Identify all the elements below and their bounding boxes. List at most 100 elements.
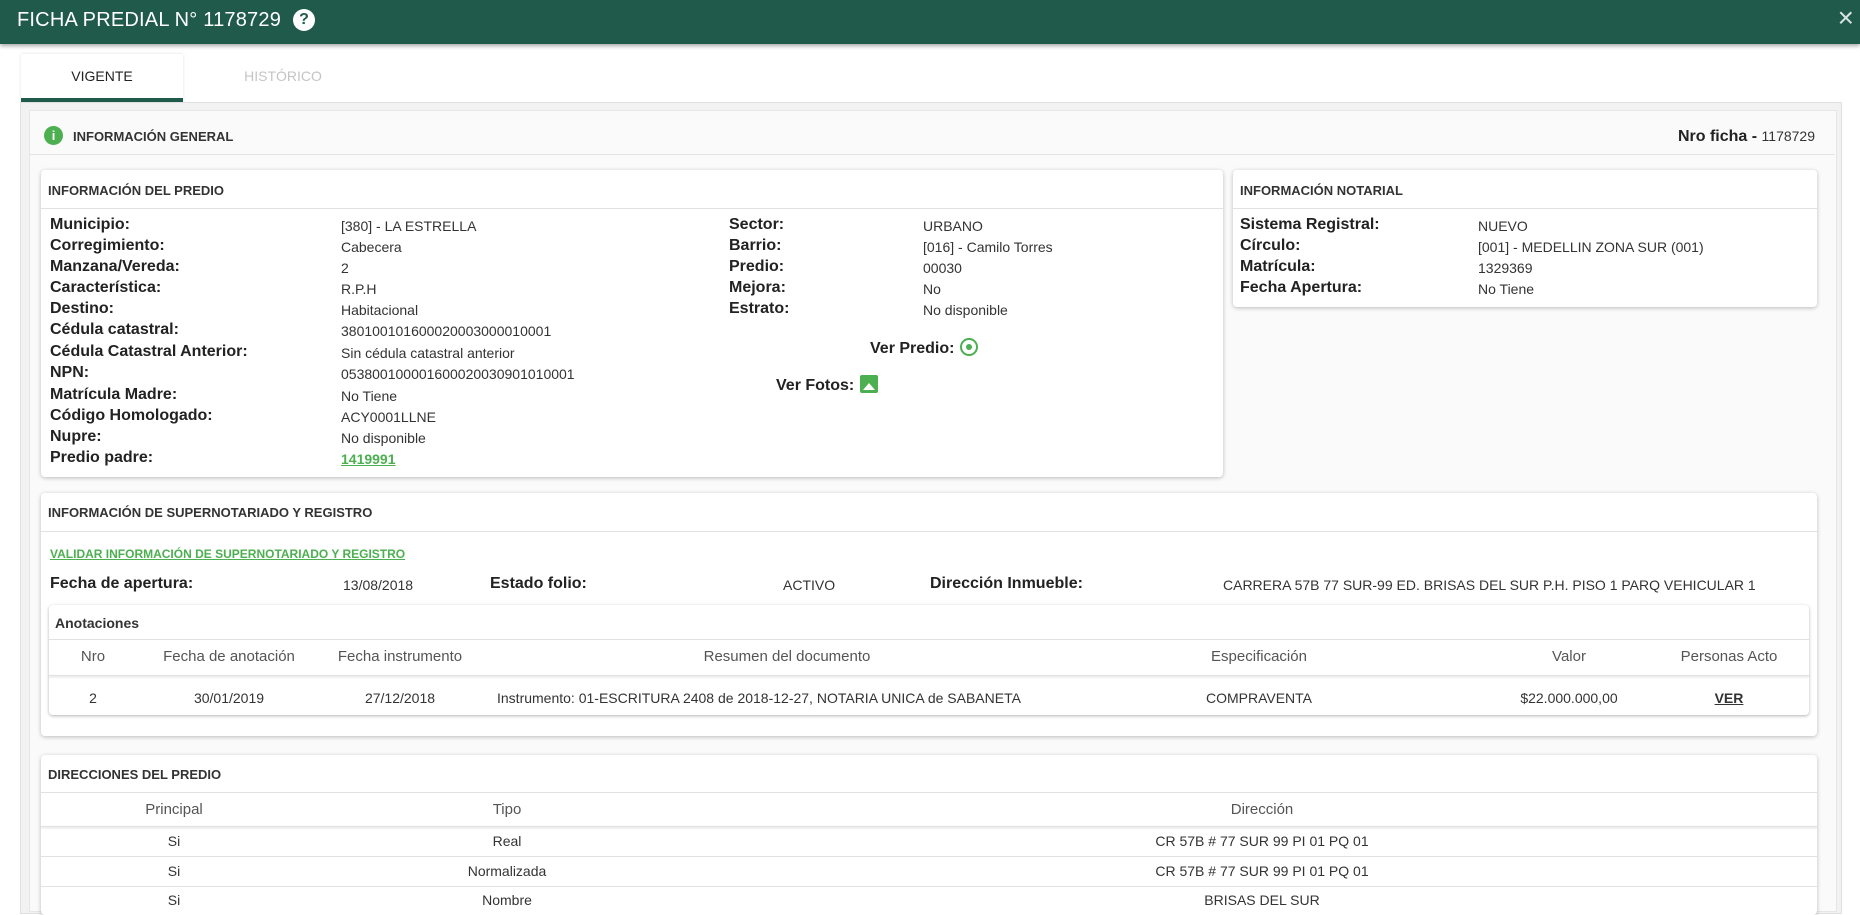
municipio-label: Municipio: — [50, 216, 130, 233]
cedula-anterior-value: Sin cédula catastral anterior — [341, 345, 515, 361]
direcciones-card: DIRECCIONES DEL PREDIO Principal Tipo Di… — [41, 755, 1817, 915]
col-nro: Nro — [80, 648, 106, 665]
tab-historico[interactable]: HISTÓRICO — [202, 54, 364, 100]
cell-fecha-anotacion: 30/01/2019 — [193, 690, 265, 706]
header-divider — [49, 675, 1809, 676]
anotaciones-title: Anotaciones — [55, 615, 140, 631]
cedula-label: Cédula catastral: — [50, 321, 179, 338]
predio-padre-label: Predio padre: — [50, 449, 154, 466]
estrato-value: No disponible — [923, 302, 1008, 318]
barrio-label: Barrio: — [729, 237, 782, 254]
fecha-apertura-folio-label: Fecha de apertura: — [50, 575, 194, 592]
manzana-label: Manzana/Vereda: — [50, 258, 180, 275]
cell-valor: $22.000.000,00 — [1520, 690, 1618, 706]
matricula-madre-label: Matrícula Madre: — [50, 386, 178, 403]
ver-fotos-label: Ver Fotos: — [776, 377, 855, 394]
matricula-label: Matrícula: — [1240, 258, 1316, 275]
cell-especificacion: COMPRAVENTA — [1205, 690, 1313, 706]
ver-personas-link[interactable]: VER — [1649, 690, 1809, 706]
sistema-registral-value: NUEVO — [1478, 218, 1528, 234]
predio-value: 00030 — [923, 260, 962, 276]
fecha-apertura-label: Fecha Apertura: — [1240, 279, 1363, 296]
divider — [1233, 208, 1817, 209]
fecha-apertura-folio-value: 13/08/2018 — [343, 577, 414, 593]
col-fecha-instrumento: Fecha instrumento — [337, 648, 463, 665]
mejora-value: No — [923, 281, 941, 297]
cell-resumen: Instrumento: 01-ESCRITURA 2408 de 2018-1… — [497, 690, 1021, 706]
estado-folio-value: ACTIVO — [783, 577, 836, 593]
barrio-value: [016] - Camilo Torres — [923, 239, 1053, 255]
codigo-homologado-label: Código Homologado: — [50, 407, 213, 424]
nro-ficha: Nro ficha - 1178729 — [1678, 128, 1815, 146]
tab-vigente[interactable]: VIGENTE — [21, 54, 183, 102]
photos-image-icon[interactable] — [860, 375, 878, 393]
anotaciones-card: Anotaciones Nro Fecha de anotación Fecha… — [49, 605, 1809, 715]
nupre-label: Nupre: — [50, 428, 102, 445]
codigo-homologado-value: ACY0001LLNE — [341, 409, 436, 425]
help-icon[interactable]: ? — [293, 9, 315, 31]
direcciones-title: DIRECCIONES DEL PREDIO — [48, 767, 222, 782]
caracteristica-value: R.P.H — [341, 281, 377, 297]
divider — [49, 639, 1809, 640]
caracteristica-label: Característica: — [50, 279, 162, 296]
nro-ficha-value: 1178729 — [1761, 128, 1815, 144]
info-icon: i — [44, 126, 63, 145]
cell-fecha-instrumento: 27/12/2018 — [364, 690, 436, 706]
notarial-title: INFORMACIÓN NOTARIAL — [1240, 183, 1403, 198]
predio-label: Predio: — [729, 258, 785, 275]
estado-folio-label: Estado folio: — [490, 575, 587, 592]
close-icon[interactable]: × — [1838, 3, 1854, 33]
cell-tipo: Normalizada — [467, 863, 547, 879]
divider — [41, 531, 1817, 532]
ver-predio-label: Ver Predio: — [870, 340, 955, 357]
col-principal: Principal — [145, 801, 203, 818]
destino-label: Destino: — [50, 300, 114, 317]
col-valor: Valor — [1552, 648, 1586, 665]
supernotariado-title: INFORMACIÓN DE SUPERNOTARIADO Y REGISTRO — [48, 505, 373, 520]
cell-direccion: CR 57B # 77 SUR 99 PI 01 PQ 01 — [1155, 833, 1369, 849]
estrato-label: Estrato: — [729, 300, 790, 317]
cell-tipo: Nombre — [482, 892, 532, 908]
predio-padre-link[interactable]: 1419991 — [341, 451, 396, 467]
divider — [41, 208, 1223, 209]
matricula-madre-value: No Tiene — [341, 388, 398, 404]
manzana-value: 2 — [341, 260, 349, 276]
title-bar: FICHA PREDIAL N° 1178729 ? × — [0, 0, 1860, 44]
cell-direccion: BRISAS DEL SUR — [1204, 892, 1320, 908]
col-tipo: Tipo — [492, 801, 522, 818]
col-especificacion: Especificación — [1211, 648, 1307, 665]
cedula-value: 380100101600020003000010001 — [341, 323, 552, 339]
cell-principal: Si — [167, 863, 181, 879]
cell-nro: 2 — [89, 690, 97, 706]
sector-label: Sector: — [729, 216, 785, 233]
validate-supernotariado-link[interactable]: VALIDAR INFORMACIÓN DE SUPERNOTARIADO Y … — [50, 547, 405, 561]
general-title: INFORMACIÓN GENERAL — [73, 129, 234, 144]
direccion-inmueble-label: Dirección Inmueble: — [930, 575, 1083, 592]
window-title: FICHA PREDIAL N° 1178729 — [17, 9, 282, 31]
fecha-apertura-value: No Tiene — [1478, 281, 1535, 297]
corregimiento-value: Cabecera — [341, 239, 402, 255]
corregimiento-label: Corregimiento: — [50, 237, 165, 254]
col-personas-acto: Personas Acto — [1680, 648, 1778, 665]
col-fecha-anotacion: Fecha de anotación — [163, 648, 295, 665]
cell-direccion: CR 57B # 77 SUR 99 PI 01 PQ 01 — [1155, 863, 1369, 879]
sistema-registral-label: Sistema Registral: — [1240, 216, 1380, 233]
nro-ficha-label: Nro ficha - — [1677, 128, 1758, 145]
divider — [41, 792, 1817, 793]
matricula-value: 1329369 — [1478, 260, 1533, 276]
cedula-anterior-label: Cédula Catastral Anterior: — [50, 343, 248, 360]
circulo-label: Círculo: — [1240, 237, 1301, 254]
notarial-card: INFORMACIÓN NOTARIAL Sistema Registral: … — [1233, 170, 1817, 307]
predio-title: INFORMACIÓN DEL PREDIO — [48, 183, 224, 198]
mejora-label: Mejora: — [729, 279, 786, 296]
col-resumen: Resumen del documento — [703, 648, 871, 665]
npn-value: 053800100001600020030901010001 — [341, 366, 575, 382]
supernotariado-card: INFORMACIÓN DE SUPERNOTARIADO Y REGISTRO… — [41, 493, 1817, 736]
general-header: i INFORMACIÓN GENERAL Nro ficha - 117872… — [29, 118, 1835, 155]
locate-target-icon[interactable] — [960, 338, 978, 356]
cell-principal: Si — [167, 833, 181, 849]
row-divider — [41, 886, 1817, 887]
municipio-value: [380] - LA ESTRELLA — [341, 218, 477, 234]
npn-label: NPN: — [50, 364, 90, 381]
col-direccion: Dirección — [1230, 801, 1294, 818]
